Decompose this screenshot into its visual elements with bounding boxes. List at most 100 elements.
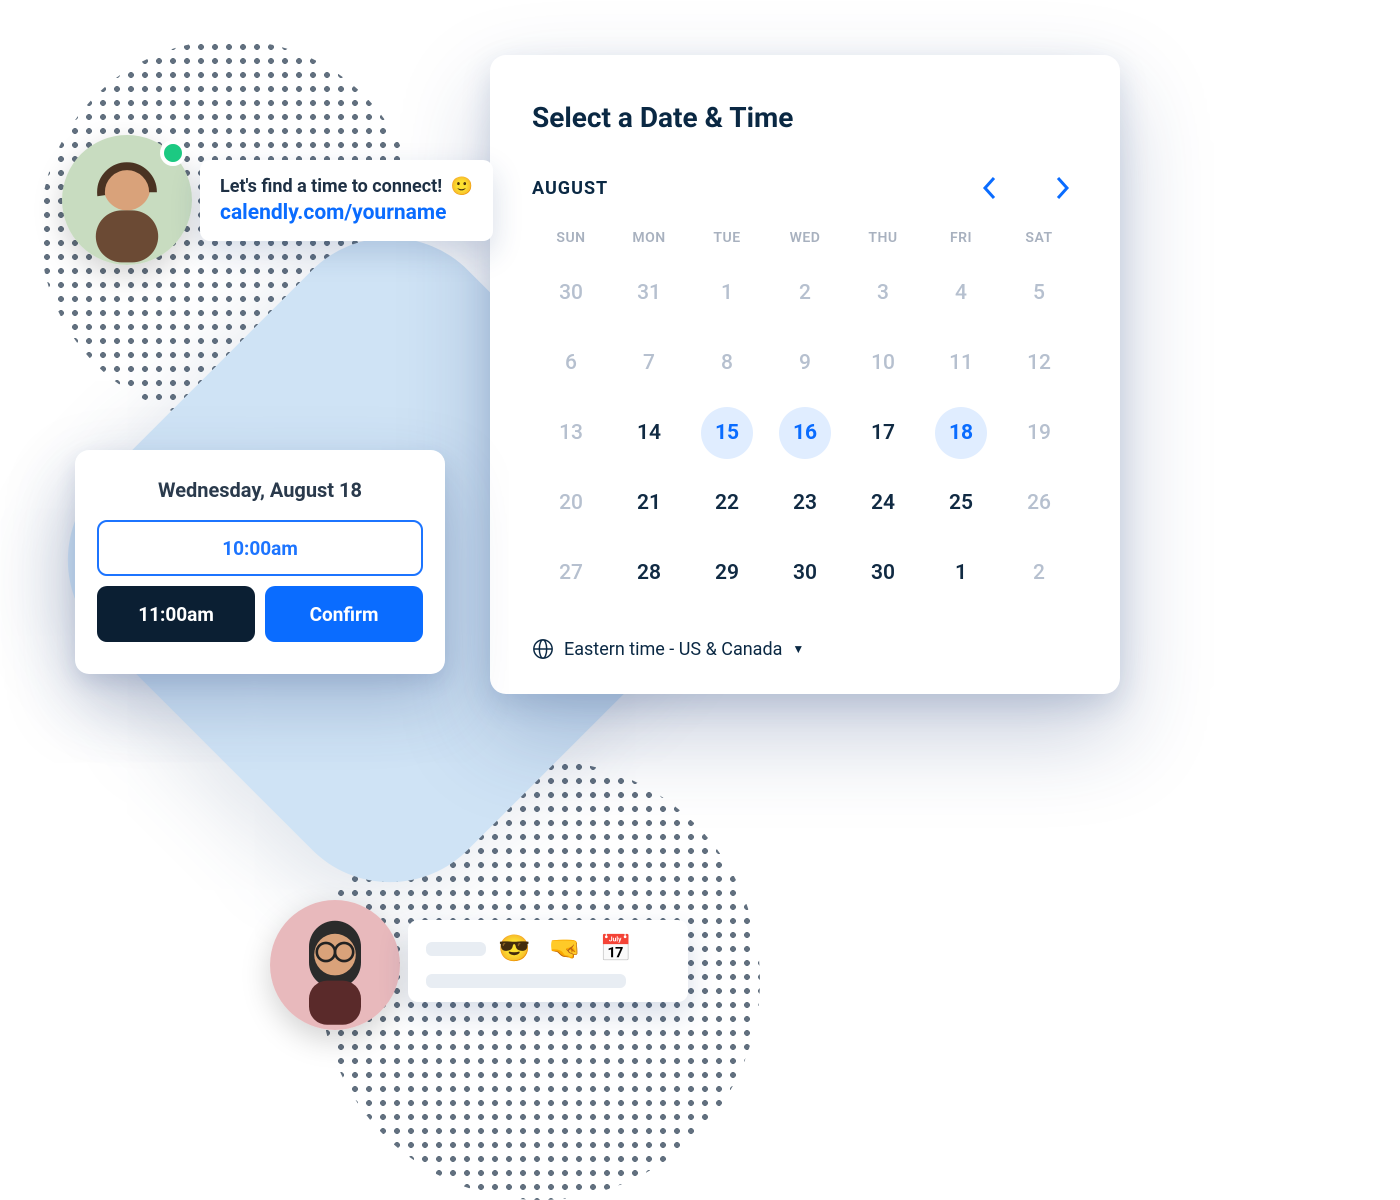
time-slot-popover: Wednesday, August 18 10:00am 11:00am Con… (75, 450, 445, 674)
calendar-day-number: 6 (545, 337, 597, 389)
calendar-day[interactable]: 30 (766, 545, 844, 601)
chat-bubble-2: 😎 🤜 📅 (408, 920, 688, 1002)
calendar-day[interactable]: 24 (844, 475, 922, 531)
day-header: FRI (922, 230, 1000, 246)
caret-down-icon: ▼ (792, 642, 804, 656)
calendar-day-number: 22 (701, 477, 753, 529)
calendar-day[interactable]: 18 (922, 405, 1000, 461)
calendar-day[interactable]: 1 (922, 545, 1000, 601)
calendar-day-number: 21 (623, 477, 675, 529)
calendar-day-number: 5 (1013, 267, 1065, 319)
calendar-day: 5 (1000, 265, 1078, 321)
calendar-day-number: 13 (545, 407, 597, 459)
chevron-right-icon (1053, 175, 1071, 201)
day-header: THU (844, 230, 922, 246)
calendar-day-number: 11 (935, 337, 987, 389)
timezone-label: Eastern time - US & Canada (564, 639, 782, 660)
calendar-day[interactable]: 23 (766, 475, 844, 531)
calendar-day-number: 2 (779, 267, 831, 319)
calendar-day-number: 8 (701, 337, 753, 389)
calendar-day-number: 29 (701, 547, 753, 599)
calendar-day[interactable]: 15 (688, 405, 766, 461)
calendar-day-number: 25 (935, 477, 987, 529)
calendar-day: 13 (532, 405, 610, 461)
calendar-day: 8 (688, 335, 766, 391)
calendar-day: 4 (922, 265, 1000, 321)
calendar-day[interactable]: 28 (610, 545, 688, 601)
calendar-day-number: 20 (545, 477, 597, 529)
calendar-day-number: 23 (779, 477, 831, 529)
chevron-left-icon (981, 175, 999, 201)
calendar-day[interactable]: 14 (610, 405, 688, 461)
calendar-day-number: 3 (857, 267, 909, 319)
timezone-selector[interactable]: Eastern time - US & Canada ▼ (532, 638, 1078, 660)
skeleton-line (426, 942, 486, 956)
calendar-day: 2 (1000, 545, 1078, 601)
chat-bubble-1: Let's find a time to connect! 🙂 calendly… (200, 160, 493, 241)
day-header: SUN (532, 230, 610, 246)
calendar-day-number: 2 (1013, 547, 1065, 599)
calendar-day[interactable]: 16 (766, 405, 844, 461)
selected-date-label: Wednesday, August 18 (97, 478, 423, 502)
calendar-day: 26 (1000, 475, 1078, 531)
calendar-day: 19 (1000, 405, 1078, 461)
calendar-week-row: 27 28 29 30 30 12 (532, 538, 1078, 608)
calendar-day[interactable]: 17 (844, 405, 922, 461)
calendar-day: 2 (766, 265, 844, 321)
calendar-day[interactable]: 30 (844, 545, 922, 601)
skeleton-line (426, 974, 626, 988)
calendar-day: 20 (532, 475, 610, 531)
calendar-day[interactable]: 22 (688, 475, 766, 531)
calendar-day-number: 9 (779, 337, 831, 389)
calendar-week-row: 20 21 22 23 24 2526 (532, 468, 1078, 538)
calendar-day-number: 15 (701, 407, 753, 459)
calendar-title: Select a Date & Time (532, 101, 1078, 134)
day-header: SAT (1000, 230, 1078, 246)
calendar-day-number: 30 (779, 547, 831, 599)
chat1-text: Let's find a time to connect! (220, 176, 442, 197)
day-header-row: SUN MON TUE WED THU FRI SAT (532, 230, 1078, 246)
calendar-day-number: 30 (857, 547, 909, 599)
calendar-day: 1 (688, 265, 766, 321)
calendar-week-row: 6789 10 11 12 (532, 328, 1078, 398)
calendar-day-number: 24 (857, 477, 909, 529)
calendar-day[interactable]: 21 (610, 475, 688, 531)
calendar-day: 27 (532, 545, 610, 601)
calendar-day-number: 27 (545, 547, 597, 599)
avatar-user-2 (270, 900, 400, 1030)
time-slot-1000am[interactable]: 10:00am (97, 520, 423, 576)
calendar-day[interactable]: 29 (688, 545, 766, 601)
calendar-day: 6 (532, 335, 610, 391)
calendar-day: 3 (844, 265, 922, 321)
calendar-day-number: 16 (779, 407, 831, 459)
prev-month-button[interactable] (974, 172, 1006, 204)
calendar-day-number: 10 (857, 337, 909, 389)
calendar-day: 10 (844, 335, 922, 391)
day-header: WED (766, 230, 844, 246)
time-slot-1100am[interactable]: 11:00am (97, 586, 255, 642)
calendar-day-number: 19 (1013, 407, 1065, 459)
calendar-day-number: 4 (935, 267, 987, 319)
calendar-week-row: 13 14 15 16 17 18 19 (532, 398, 1078, 468)
reaction-emojis: 😎 🤜 📅 (498, 934, 638, 964)
smile-emoji: 🙂 (451, 176, 473, 197)
calendar-day-number: 17 (857, 407, 909, 459)
calendar-day: 12 (1000, 335, 1078, 391)
next-month-button[interactable] (1046, 172, 1078, 204)
calendar-day-number: 7 (623, 337, 675, 389)
calendar-day[interactable]: 25 (922, 475, 1000, 531)
status-online-dot (160, 140, 186, 166)
confirm-button[interactable]: Confirm (265, 586, 423, 642)
day-header: TUE (688, 230, 766, 246)
calendar-day-number: 18 (935, 407, 987, 459)
day-header: MON (610, 230, 688, 246)
calendar-day-number: 14 (623, 407, 675, 459)
calendar-day-number: 1 (701, 267, 753, 319)
calendar-week-row: 303112345 (532, 258, 1078, 328)
calendar-day-number: 31 (623, 267, 675, 319)
calendar-day-number: 1 (935, 547, 987, 599)
calendar-day-number: 12 (1013, 337, 1065, 389)
calendar-day-number: 28 (623, 547, 675, 599)
month-label: AUGUST (532, 178, 608, 199)
calendly-link[interactable]: calendly.com/yourname (220, 201, 473, 225)
